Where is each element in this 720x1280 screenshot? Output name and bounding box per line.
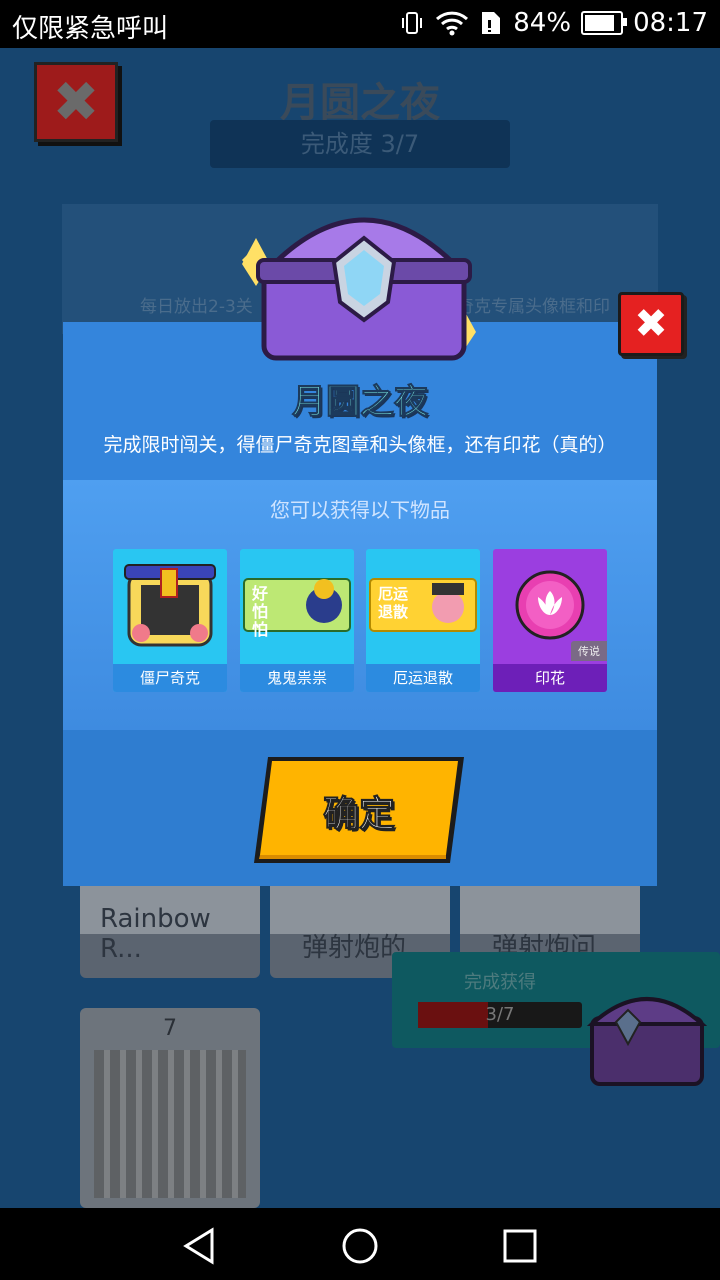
vibrate-icon [402, 12, 423, 34]
reward-item-label: 僵尸奇克 [113, 664, 227, 692]
status-bar: 仅限紧急呼叫 84% 08:17 [0, 0, 720, 48]
wifi-icon [436, 11, 469, 36]
chest-icon [586, 997, 708, 1086]
banner-text-left: 每日放出2-3关 [140, 297, 253, 317]
navigation-bar [0, 1208, 720, 1280]
dialog-title: 月圆之夜 [292, 382, 429, 423]
recents-icon[interactable] [500, 1226, 540, 1266]
close-dialog-button[interactable]: ✖ [618, 292, 684, 356]
confirm-button[interactable]: 确定 [252, 755, 466, 865]
carrier-text: 仅限紧急呼叫 [12, 14, 169, 44]
reward-title: 完成获得 [464, 972, 536, 993]
confirm-button-label: 确定 [322, 794, 395, 836]
sticker-text: 好怕怕 [252, 584, 269, 639]
battery-percent: 84% [513, 8, 572, 38]
reward-item-label: 鬼鬼祟祟 [240, 664, 354, 692]
rarity-badge: 传说 [571, 641, 607, 661]
reward-item-zombie-chick[interactable]: 僵尸奇克 [113, 549, 227, 692]
back-icon[interactable] [180, 1226, 220, 1266]
battery-icon [581, 11, 628, 35]
reward-item-stamp[interactable]: 传说 印花 [493, 549, 607, 692]
zombie-frame-icon [124, 564, 216, 647]
rewards-label: 您可以获得以下物品 [270, 498, 450, 522]
close-icon: ✖ [634, 301, 668, 347]
reward-item-sneaky[interactable]: 好怕怕 鬼鬼祟祟 [240, 549, 354, 692]
reward-item-bad-luck-away[interactable]: 厄运退散 厄运退散 [366, 549, 480, 692]
sim-icon [482, 12, 501, 34]
clock: 08:17 [633, 8, 708, 38]
level-card-7: 7 [80, 1008, 260, 1208]
reward-item-label: 厄运退散 [366, 664, 480, 692]
treasure-chest-icon [242, 217, 476, 361]
reward-progress-bar: 3/7 [418, 1002, 582, 1028]
sticker-text: 厄运退散 [378, 585, 409, 621]
home-icon[interactable] [340, 1226, 380, 1266]
reward-item-label: 印花 [493, 664, 607, 692]
background-progress: 完成度 3/7 [210, 120, 510, 168]
dialog-description: 完成限时闯关，得僵尸奇克图章和头像框，还有印花（真的） [103, 434, 617, 456]
